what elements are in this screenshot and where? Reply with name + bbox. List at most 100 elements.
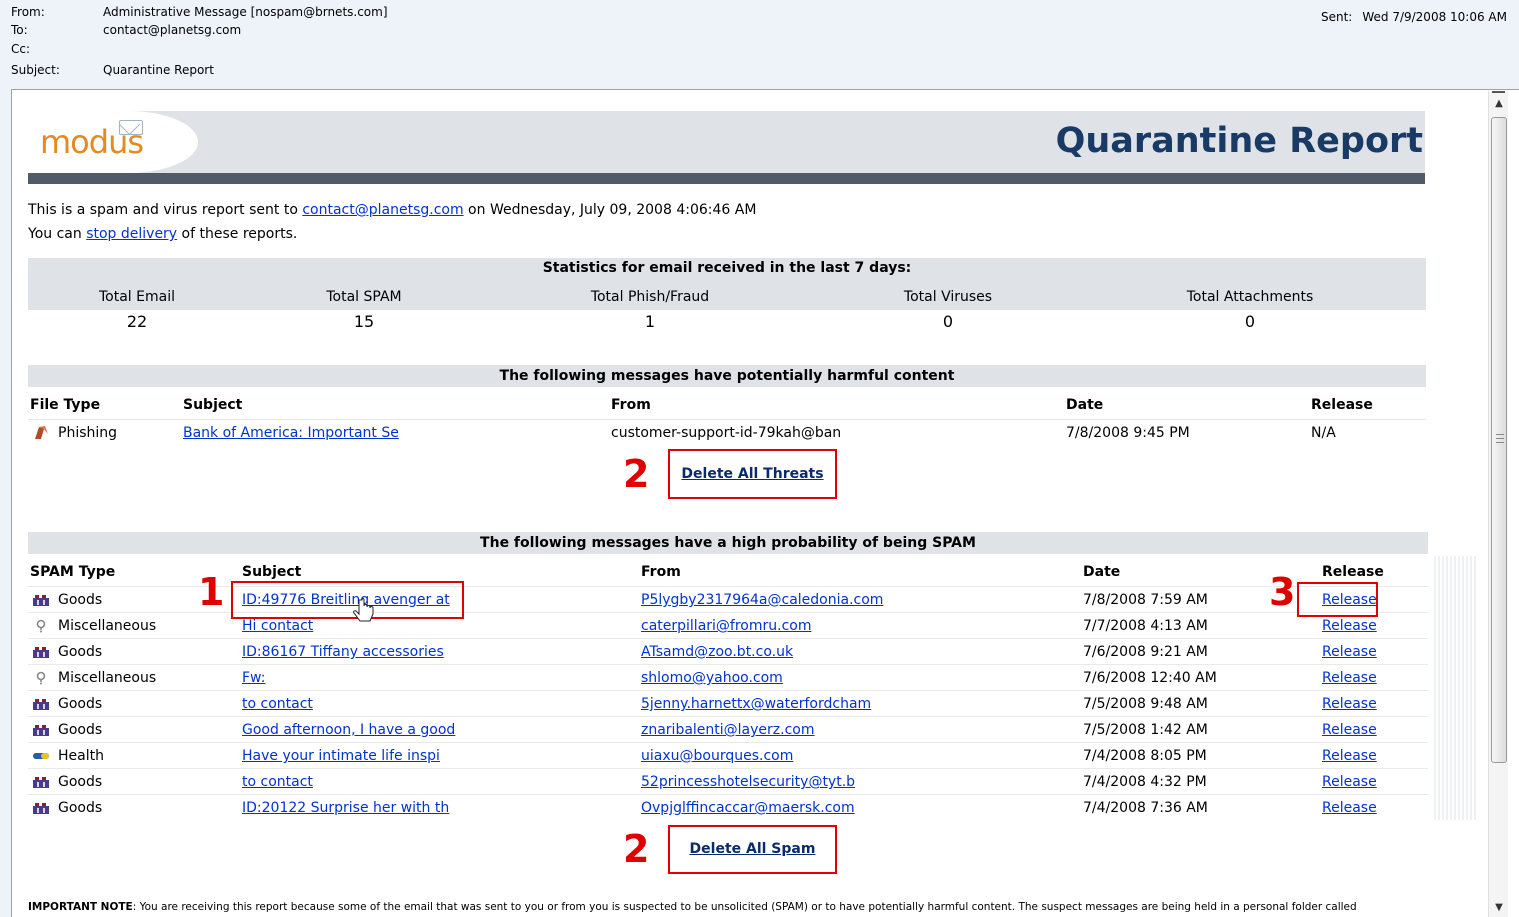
health-icon [33, 753, 49, 759]
spam-date: 7/4/2008 7:36 AM [1083, 800, 1208, 816]
report-title: Quarantine Report [1055, 121, 1423, 161]
threat-row: Phishing Bank of America: Important Se c… [28, 419, 1426, 445]
threat-type: Phishing [58, 425, 118, 441]
stop-delivery-link[interactable]: stop delivery [86, 226, 177, 242]
spam-row: Goods to contact 52princesshotelsecurity@t… [28, 768, 1428, 794]
report-banner: modus Quarantine Report [28, 111, 1425, 173]
from-value[interactable]: Administrative Message [nospam@brnets.co… [103, 3, 388, 21]
release-link[interactable]: Release [1322, 717, 1377, 743]
scroll-thumb[interactable] [1491, 117, 1507, 763]
sent-value: Wed 7/9/2008 10:06 AM [1362, 10, 1507, 24]
spam-subject-link[interactable]: to contact [242, 769, 313, 795]
sent-info: Sent: Wed 7/9/2008 10:06 AM [1321, 10, 1507, 24]
message-body: modus Quarantine Report This is a spam a… [11, 89, 1519, 917]
spam-subject-link[interactable]: ID:86167 Tiffany accessories [242, 639, 444, 665]
important-note: IMPORTANT NOTE: You are receiving this r… [28, 901, 1357, 913]
threats-heading: The following messages have potentially … [28, 365, 1426, 387]
col-date: Date [1083, 564, 1121, 580]
spam-type: Goods [58, 774, 103, 790]
stat-label: Total Viruses [903, 289, 993, 305]
spam-subject-link[interactable]: Have your intimate life inspi [242, 743, 440, 769]
spam-from-link[interactable]: 5jenny.harnettx@waterfordcham [641, 691, 871, 717]
spam-from-link[interactable]: ATsamd@zoo.bt.co.uk [641, 639, 793, 665]
stat-label: Total Email [99, 289, 175, 305]
note-label: IMPORTANT NOTE [28, 901, 133, 913]
goods-icon [33, 595, 49, 606]
stat-value: 0 [1244, 312, 1256, 331]
col-spam-type: SPAM Type [30, 564, 116, 580]
spam-subject-link[interactable]: ID:20122 Surprise her with th [242, 795, 449, 821]
goods-icon [33, 647, 49, 658]
annotation-marker-3: 3 [1269, 570, 1296, 614]
spam-subject-link[interactable]: Good afternoon, I have a good [242, 717, 455, 743]
banner-divider [28, 173, 1425, 184]
spam-date: 7/8/2008 7:59 AM [1083, 592, 1208, 608]
stat-value: 0 [942, 312, 954, 331]
subject-highlight-box [231, 581, 464, 619]
spam-subject-link[interactable]: to contact [242, 691, 313, 717]
to-label: To: [11, 23, 28, 37]
intro-line-1: This is a spam and virus report sent to … [28, 202, 756, 218]
release-highlight-box [1297, 582, 1378, 617]
spam-subject-link[interactable]: Fw: [242, 665, 265, 691]
col-subject: Subject [183, 397, 243, 413]
release-link[interactable]: Release [1322, 795, 1377, 821]
spam-type: Goods [58, 722, 103, 738]
release-link[interactable]: Release [1322, 769, 1377, 795]
subject-value: Quarantine Report [103, 63, 214, 77]
stats-heading: Statistics for email received in the las… [542, 260, 912, 276]
to-value[interactable]: contact@planetsg.com [103, 21, 241, 39]
scroll-top-mark [1492, 91, 1505, 93]
spam-from-link[interactable]: shlomo@yahoo.com [641, 665, 783, 691]
spam-date: 7/6/2008 12:40 AM [1083, 670, 1217, 686]
spam-from-link[interactable]: P5lygby2317964a@caledonia.com [641, 587, 883, 613]
spam-from-link[interactable]: Ovpjglffincaccar@maersk.com [641, 795, 855, 821]
vertical-scrollbar[interactable]: ▲ ▼ [1488, 91, 1508, 917]
scroll-up-arrow-icon[interactable]: ▲ [1489, 95, 1509, 113]
spam-type: Goods [58, 696, 103, 712]
spam-row: Health Have your intimate life inspi uiaxu… [28, 742, 1428, 768]
phishing-icon [35, 426, 48, 439]
col-from: From [611, 397, 651, 413]
col-file-type: File Type [30, 397, 101, 413]
release-link[interactable]: Release [1322, 691, 1377, 717]
stats-values: 22 15 1 0 0 [28, 310, 1426, 332]
stat-label: Total Phish/Fraud [590, 289, 710, 305]
scroll-down-arrow-icon[interactable]: ▼ [1489, 899, 1509, 917]
spam-row: Goods Good afternoon, I have a good znarib… [28, 716, 1428, 742]
intro-line-2: You can stop delivery of these reports. [28, 226, 297, 242]
stat-value: 22 [126, 312, 148, 331]
stat-value: 1 [644, 312, 656, 331]
delete-all-threats-button[interactable]: Delete All Threats [681, 466, 823, 482]
spam-type: Goods [58, 592, 103, 608]
intro-prefix-2: You can [28, 226, 87, 242]
note-text: : You are receiving this report because … [132, 901, 1357, 913]
misc-icon [36, 671, 46, 685]
stat-label: Total Attachments [1186, 289, 1314, 305]
intro-suffix-2: of these reports. [177, 226, 298, 242]
release-link[interactable]: Release [1322, 665, 1377, 691]
delete-all-spam-button[interactable]: Delete All Spam [690, 841, 816, 857]
intro-date: on Wednesday, July 09, 2008 4:06:46 AM [463, 202, 757, 218]
message-header: From: Administrative Message [nospam@brn… [0, 0, 1519, 89]
spam-from-link[interactable]: uiaxu@bourques.com [641, 743, 793, 769]
logo-backdrop: modus [28, 111, 198, 173]
release-link[interactable]: Release [1322, 639, 1377, 665]
stat-label: Total SPAM [326, 289, 402, 305]
spam-date: 7/4/2008 8:05 PM [1083, 748, 1207, 764]
col-release: Release [1311, 397, 1373, 413]
spam-heading: The following messages have a high proba… [28, 532, 1428, 554]
delete-threats-box: Delete All Threats [668, 449, 837, 499]
stat-value: 15 [353, 312, 375, 331]
spam-from-link[interactable]: znaribalenti@layerz.com [641, 717, 815, 743]
spam-from-link[interactable]: 52princesshotelsecurity@tyt.b [641, 769, 855, 795]
spam-from-link[interactable]: caterpillari@fromru.com [641, 613, 811, 639]
release-link[interactable]: Release [1322, 743, 1377, 769]
spam-type: Health [58, 748, 104, 764]
threat-subject-link[interactable]: Bank of America: Important Se [183, 420, 399, 446]
recipient-email-link[interactable]: contact@planetsg.com [302, 202, 463, 218]
sent-label: Sent: [1320, 10, 1353, 24]
goods-icon [33, 725, 49, 736]
annotation-marker-2: 2 [623, 452, 650, 496]
goods-icon [33, 803, 49, 814]
